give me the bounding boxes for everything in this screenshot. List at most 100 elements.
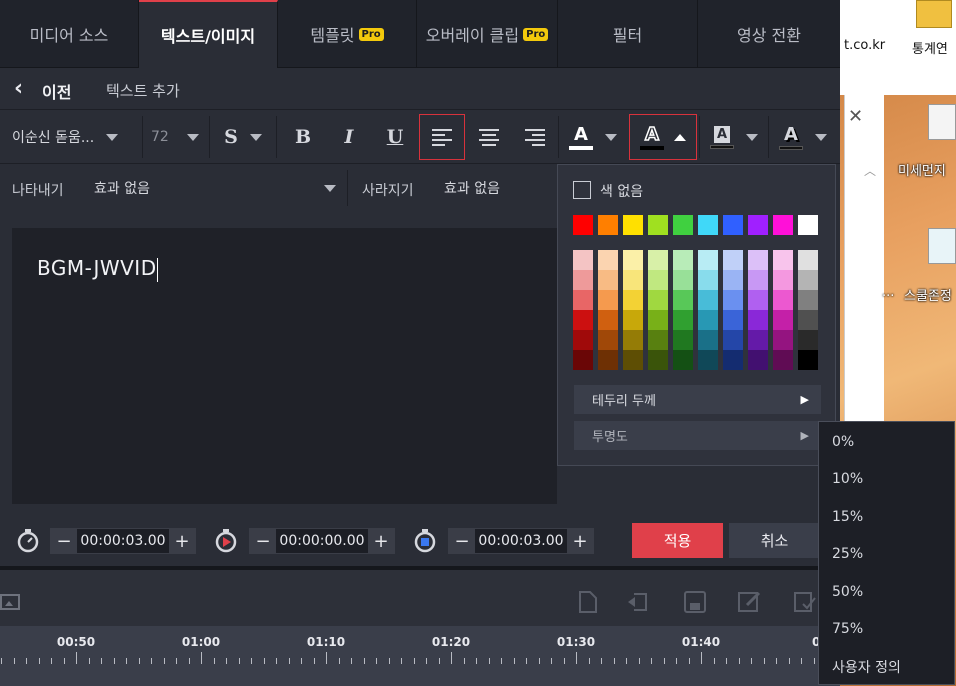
color-swatch[interactable] <box>623 330 643 350</box>
add-media-icon[interactable] <box>0 592 22 616</box>
end-time-field[interactable]: − 00:00:03.00 + <box>448 528 594 554</box>
color-swatch[interactable] <box>623 250 643 270</box>
opacity-option[interactable]: 50% <box>819 573 954 610</box>
color-swatch[interactable] <box>748 290 768 310</box>
new-file-icon[interactable] <box>577 590 599 618</box>
end-time-value[interactable]: 00:00:03.00 <box>475 533 567 549</box>
start-plus-button[interactable]: + <box>368 529 394 553</box>
color-swatch[interactable] <box>573 250 593 270</box>
start-time-value[interactable]: 00:00:00.00 <box>276 533 368 549</box>
color-swatch[interactable] <box>798 350 818 370</box>
duration-field[interactable]: − 00:00:03.00 + <box>50 528 196 554</box>
disappear-effect-select[interactable]: 효과 없음 <box>444 172 554 204</box>
color-swatch[interactable] <box>698 330 718 350</box>
color-swatch[interactable] <box>648 250 668 270</box>
color-swatch[interactable] <box>773 250 793 270</box>
text-style-select[interactable]: S <box>210 110 276 164</box>
color-swatch[interactable] <box>573 290 593 310</box>
editor-text[interactable]: BGM-JWVID <box>37 256 158 282</box>
background-color-button[interactable]: A <box>700 110 768 164</box>
text-color-button[interactable]: A <box>560 110 626 164</box>
color-swatch[interactable] <box>798 290 818 310</box>
color-swatch[interactable] <box>673 330 693 350</box>
color-swatch[interactable] <box>673 310 693 330</box>
opacity-option[interactable]: 75% <box>819 610 954 647</box>
color-swatch[interactable] <box>573 215 593 235</box>
color-swatch[interactable] <box>723 250 743 270</box>
chevron-up-icon[interactable]: ︿ <box>864 162 876 179</box>
color-swatch[interactable] <box>798 330 818 350</box>
color-swatch[interactable] <box>673 215 693 235</box>
color-swatch[interactable] <box>723 350 743 370</box>
color-swatch[interactable] <box>573 350 593 370</box>
color-swatch[interactable] <box>748 250 768 270</box>
color-swatch[interactable] <box>598 290 618 310</box>
duration-minus-button[interactable]: − <box>51 529 77 553</box>
color-swatch[interactable] <box>648 290 668 310</box>
edit-icon[interactable] <box>737 590 763 618</box>
tab-template[interactable]: 템플릿 Pro <box>278 0 417 68</box>
color-swatch[interactable] <box>748 215 768 235</box>
color-swatch[interactable] <box>648 330 668 350</box>
color-swatch[interactable] <box>598 270 618 290</box>
chevron-left-icon[interactable]: ‹ <box>14 76 23 101</box>
color-swatch[interactable] <box>773 310 793 330</box>
font-family-select[interactable]: 이순신 돋움... <box>0 110 142 164</box>
italic-button[interactable]: I <box>326 110 372 164</box>
back-button[interactable]: 이전 <box>42 79 71 103</box>
tab-transition[interactable]: 영상 전환 <box>698 0 840 68</box>
color-swatch[interactable] <box>723 270 743 290</box>
color-swatch[interactable] <box>623 290 643 310</box>
tab-text-image[interactable]: 텍스트/이미지 <box>139 0 278 68</box>
no-color-checkbox[interactable] <box>573 181 591 199</box>
color-swatch[interactable] <box>798 310 818 330</box>
cancel-button[interactable]: 취소 <box>729 523 820 558</box>
color-swatch[interactable] <box>773 270 793 290</box>
tab-filter[interactable]: 필터 <box>558 0 698 68</box>
export-icon[interactable] <box>793 590 817 618</box>
color-swatch[interactable] <box>623 215 643 235</box>
color-swatch[interactable] <box>798 250 818 270</box>
color-swatch[interactable] <box>698 215 718 235</box>
color-swatch[interactable] <box>723 310 743 330</box>
opacity-option[interactable]: 0% <box>819 423 954 460</box>
color-swatch[interactable] <box>673 290 693 310</box>
color-swatch[interactable] <box>773 350 793 370</box>
font-size-select[interactable]: 72 <box>143 110 209 164</box>
color-swatch[interactable] <box>623 310 643 330</box>
color-swatch[interactable] <box>648 310 668 330</box>
desktop-icon-stats[interactable] <box>916 0 952 28</box>
color-swatch[interactable] <box>648 215 668 235</box>
color-swatch[interactable] <box>673 270 693 290</box>
opacity-option[interactable]: 15% <box>819 498 954 535</box>
color-swatch[interactable] <box>698 250 718 270</box>
desktop-icon-dust[interactable] <box>928 104 956 140</box>
color-swatch[interactable] <box>623 270 643 290</box>
close-icon[interactable]: ✕ <box>848 106 863 127</box>
border-thickness-item[interactable]: 테두리 두께 ▶ <box>574 385 821 414</box>
opacity-option[interactable]: 25% <box>819 535 954 572</box>
color-swatch[interactable] <box>573 330 593 350</box>
color-swatch[interactable] <box>673 250 693 270</box>
color-swatch[interactable] <box>698 270 718 290</box>
undo-icon[interactable] <box>626 590 650 618</box>
color-swatch[interactable] <box>598 310 618 330</box>
shadow-color-button[interactable]: A <box>770 110 836 164</box>
desktop-icon-schoolzone[interactable] <box>928 228 956 264</box>
color-swatch[interactable] <box>673 350 693 370</box>
color-swatch[interactable] <box>698 350 718 370</box>
end-plus-button[interactable]: + <box>567 529 593 553</box>
duration-plus-button[interactable]: + <box>169 529 195 553</box>
color-swatch[interactable] <box>748 330 768 350</box>
color-swatch[interactable] <box>598 330 618 350</box>
color-swatch[interactable] <box>798 215 818 235</box>
timeline-ruler[interactable]: 00:50 01:00 01:10 01:20 01:30 01:40 0 <box>0 626 840 686</box>
align-left-button[interactable] <box>419 114 465 160</box>
color-swatch[interactable] <box>573 270 593 290</box>
apply-button[interactable]: 적용 <box>632 523 723 558</box>
appear-effect-select[interactable]: 효과 없음 <box>94 172 344 204</box>
color-swatch[interactable] <box>798 270 818 290</box>
color-swatch[interactable] <box>648 270 668 290</box>
color-swatch[interactable] <box>773 290 793 310</box>
color-swatch[interactable] <box>723 330 743 350</box>
